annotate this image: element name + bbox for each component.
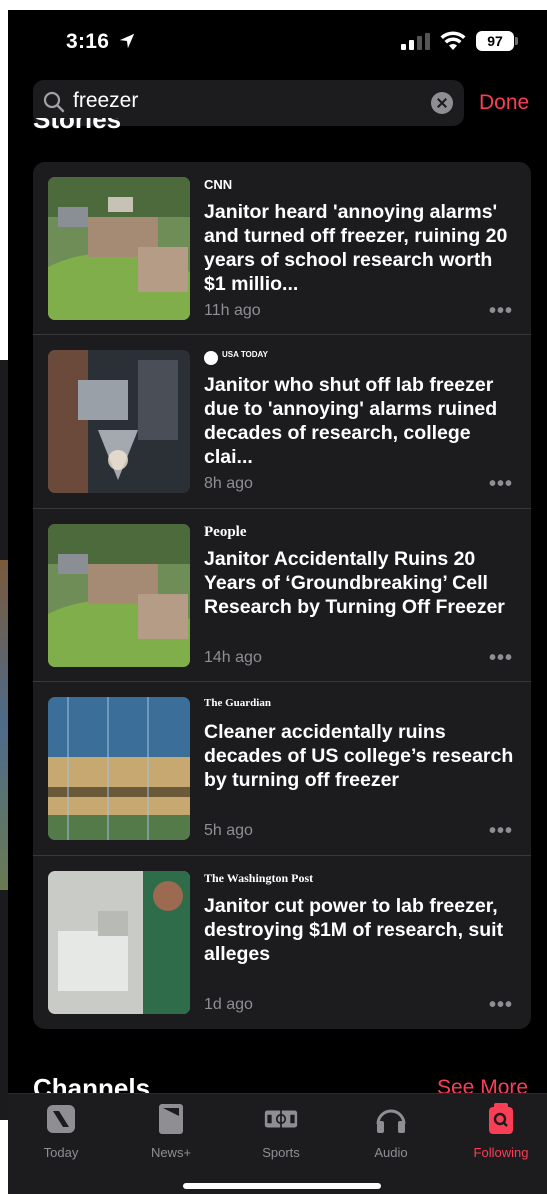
publisher-label: The Guardian bbox=[204, 697, 271, 710]
story-age: 11h ago bbox=[204, 302, 261, 319]
location-arrow-icon bbox=[119, 33, 135, 49]
story-item[interactable]: USA TODAY Janitor who shut off lab freez… bbox=[33, 335, 531, 509]
status-bar: 3:16 97 bbox=[8, 10, 547, 70]
more-options-icon[interactable]: ••• bbox=[489, 647, 513, 670]
story-headline[interactable]: Janitor heard 'annoying alarms' and turn… bbox=[204, 200, 519, 296]
status-time: 3:16 bbox=[66, 30, 110, 53]
tab-sports[interactable]: Sports bbox=[236, 1102, 326, 1160]
story-headline[interactable]: Janitor who shut off lab freezer due to … bbox=[204, 373, 519, 469]
news-app-screen: 3:16 97 Done Stories bbox=[8, 10, 547, 1194]
usa-today-logo-icon bbox=[204, 351, 218, 366]
search-input[interactable] bbox=[73, 89, 413, 113]
tab-audio[interactable]: Audio bbox=[346, 1102, 436, 1160]
story-age: 14h ago bbox=[204, 648, 262, 666]
story-headline[interactable]: Janitor Accidentally Ruins 20 Years of ‘… bbox=[204, 547, 519, 619]
tab-following[interactable]: Following bbox=[456, 1102, 546, 1160]
story-headline[interactable]: Janitor cut power to lab freezer, destro… bbox=[204, 894, 519, 966]
stories-section-title: Stories bbox=[33, 118, 122, 134]
more-options-icon[interactable]: ••• bbox=[489, 820, 513, 843]
story-item[interactable]: The Guardian Cleaner accidentally ruins … bbox=[33, 682, 531, 856]
clear-search-icon[interactable] bbox=[431, 92, 453, 114]
wifi-icon bbox=[440, 31, 466, 50]
story-age: 1d ago bbox=[204, 995, 253, 1013]
publisher-label: The Washington Post bbox=[204, 870, 314, 885]
more-options-icon[interactable]: ••• bbox=[489, 994, 513, 1017]
story-thumbnail bbox=[48, 177, 190, 320]
battery-tip bbox=[515, 37, 518, 45]
publisher-label: People bbox=[204, 523, 247, 540]
news-plus-icon bbox=[159, 1104, 183, 1134]
cellular-signal-icon bbox=[401, 33, 430, 50]
story-item[interactable]: People Janitor Accidentally Ruins 20 Yea… bbox=[33, 509, 531, 683]
see-more-link[interactable]: See More bbox=[437, 1076, 528, 1093]
following-icon bbox=[489, 1103, 513, 1134]
tab-news-plus[interactable]: News+ bbox=[126, 1102, 216, 1160]
done-button[interactable]: Done bbox=[479, 91, 529, 115]
story-age: 8h ago bbox=[204, 475, 253, 493]
battery-icon: 97 bbox=[476, 31, 514, 51]
story-item[interactable]: CNN Janitor heard 'annoying alarms' and … bbox=[33, 162, 531, 336]
sports-icon bbox=[264, 1110, 298, 1128]
publisher-label: CNN bbox=[204, 177, 233, 192]
tab-today[interactable]: Today bbox=[16, 1102, 106, 1160]
stories-list: CNN Janitor heard 'annoying alarms' and … bbox=[33, 162, 531, 1029]
story-thumbnail bbox=[48, 697, 190, 841]
story-thumbnail bbox=[48, 870, 190, 1014]
background-image-peek bbox=[0, 560, 8, 890]
home-indicator bbox=[183, 1183, 381, 1189]
story-thumbnail bbox=[48, 523, 190, 667]
search-icon bbox=[43, 91, 65, 113]
more-options-icon[interactable]: ••• bbox=[489, 473, 513, 496]
story-headline[interactable]: Cleaner accidentally ruins decades of US… bbox=[204, 720, 519, 792]
story-thumbnail bbox=[48, 350, 190, 494]
news-icon bbox=[47, 1105, 75, 1133]
story-age: 5h ago bbox=[204, 822, 253, 840]
tab-bar: Today News+ Sports Audio Following bbox=[8, 1093, 547, 1194]
story-item[interactable]: The Washington Post Janitor cut power to… bbox=[33, 856, 531, 1029]
headphones-icon bbox=[376, 1109, 406, 1133]
channels-section-title: Channels bbox=[33, 1073, 151, 1093]
more-options-icon[interactable]: ••• bbox=[489, 300, 513, 323]
